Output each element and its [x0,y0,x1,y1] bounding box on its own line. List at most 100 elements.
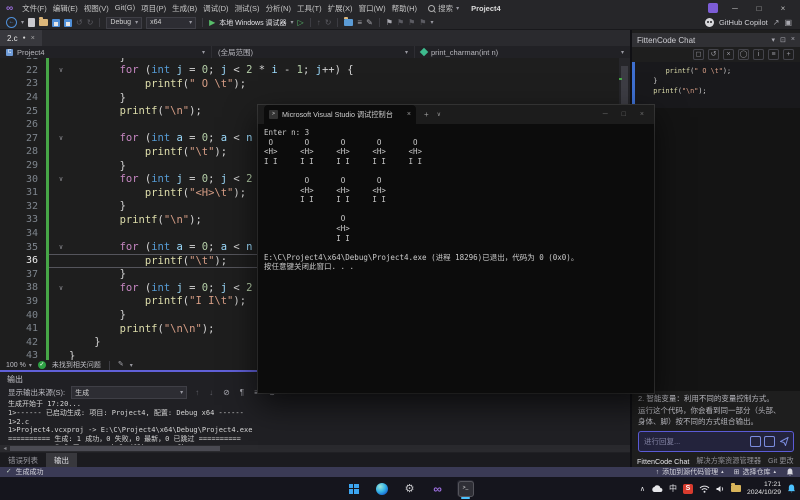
fold-chevron-icon[interactable]: ∨ [53,175,69,183]
share-icon[interactable]: ↗ [773,18,780,28]
menu-item[interactable]: 视图(V) [81,3,112,14]
pin-icon[interactable]: ⊡ [780,36,786,44]
fold-chevron-icon[interactable]: ∨ [53,134,69,142]
code-line[interactable]: 23 printf(" O \t"); [0,77,630,91]
tab-solution-explorer[interactable]: 解决方案资源管理器 [696,456,761,466]
panel-tab-error-list[interactable]: 错误列表 [0,453,46,468]
search-box[interactable]: 搜索 ▾ [428,3,459,14]
output-source-select[interactable]: 生成 ▾ [71,386,187,399]
show-all-files-icon[interactable] [344,19,353,26]
word-wrap-icon[interactable]: ¶ [240,388,244,397]
scroll-left-icon[interactable]: ◂ [0,445,10,452]
clear-output-icon[interactable]: ⊘ [223,388,230,397]
wifi-icon[interactable] [699,485,710,493]
info-icon[interactable]: i [753,49,764,60]
code-line[interactable]: 24 } [0,91,630,105]
tab-close-icon[interactable]: × [31,35,35,42]
new-chat-icon[interactable]: ◻ [693,49,704,60]
fold-chevron-icon[interactable]: ∨ [53,284,69,292]
minimize-button[interactable]: ─ [728,4,742,13]
bookmark-next-icon[interactable]: ⚑ [408,18,415,28]
github-copilot-label[interactable]: GitHub Copilot [719,18,768,27]
chevron-down-icon[interactable]: ▾ [291,19,294,26]
redo-icon[interactable]: ↻ [87,18,94,28]
history-icon[interactable]: ↺ [708,49,719,60]
save-icon[interactable] [52,19,60,27]
navigate-dropdown-icon[interactable]: ▾ [21,19,24,26]
step-into-icon[interactable]: ↑ [317,18,321,28]
menu-item[interactable]: 调试(D) [200,3,231,14]
power-icon[interactable]: ◯ [738,49,749,60]
cloud-icon[interactable] [651,485,663,493]
folder-tray-icon[interactable] [731,485,741,492]
volume-icon[interactable] [716,485,725,493]
tab-dropdown-icon[interactable]: ∨ [437,111,441,118]
fold-chevron-icon[interactable]: ∨ [53,66,69,74]
layout-icon[interactable]: ≡ [768,49,779,60]
new-tab-button[interactable]: + [424,110,429,119]
edge-icon[interactable] [373,480,390,497]
file-tab[interactable]: 2.c ● × [0,30,42,46]
next-message-icon[interactable]: ↓ [209,388,213,397]
notification-bell-icon[interactable] [787,484,796,494]
visual-studio-icon[interactable]: ∞ [429,480,446,497]
tab-fittencode-chat[interactable]: FittenCode Chat [637,457,689,466]
menu-item[interactable]: 测试(S) [232,3,263,14]
terminal-taskbar-icon[interactable]: >_ [457,480,474,497]
open-folder-icon[interactable] [39,19,48,26]
console-tab[interactable]: > Microsoft Visual Studio 调试控制台 × [264,105,416,124]
stop-icon[interactable]: × [723,49,734,60]
attach-file-icon[interactable] [764,436,775,447]
tab-git-changes[interactable]: Git 更改 [768,456,794,466]
undo-icon[interactable]: ↺ [76,18,83,28]
menu-item[interactable]: 生成(B) [169,3,200,14]
notifications-bell-icon[interactable] [786,468,794,477]
breadcrumb-member-select[interactable]: print_charman(int n) ▾ [415,46,630,58]
fittencode-panel-title[interactable]: FittenCode Chat ▾ ⊡ × [632,33,800,47]
user-avatar[interactable] [708,3,718,13]
navigate-back-icon[interactable]: ← [6,17,17,28]
step-over-icon[interactable]: ↻ [325,18,332,28]
reply-input[interactable] [639,436,736,447]
breadcrumb-project-select[interactable]: C Project4 ▾ [0,46,212,58]
pen-icon[interactable]: ✎ [118,360,124,370]
console-minimize-button[interactable]: ─ [603,111,608,118]
output-horizontal-scrollbar[interactable]: ◂ [0,445,630,452]
console-close-button[interactable]: × [640,111,644,118]
ime-indicator[interactable]: 中 [669,483,677,494]
panel-close-icon[interactable]: × [791,36,795,44]
console-title-bar[interactable]: > Microsoft Visual Studio 调试控制台 × + ∨ ─ … [258,105,654,124]
menu-item[interactable]: 分析(N) [263,3,294,14]
zoom-select[interactable]: 100 % ▾ [6,362,32,369]
menu-item[interactable]: 编辑(E) [50,3,81,14]
panel-tab-output[interactable]: 输出 [46,453,77,468]
menu-item[interactable]: 工具(T) [294,3,325,14]
menu-item[interactable]: Git(G) [112,3,138,14]
debug-console-window[interactable]: > Microsoft Visual Studio 调试控制台 × + ∨ ─ … [258,105,654,393]
feedback-icon[interactable]: ▣ [784,18,792,28]
prev-message-icon[interactable]: ↑ [195,388,199,397]
outline-icon[interactable]: ≡ [357,18,362,28]
platform-select[interactable]: x64 ▾ [146,17,196,29]
breadcrumb-scope-select[interactable]: (全局范围) ▾ [212,46,415,58]
run-without-debug-icon[interactable]: ▷ [298,18,304,27]
new-file-icon[interactable] [28,18,35,27]
send-icon[interactable] [780,437,789,446]
save-all-icon[interactable] [64,19,72,27]
console-tab-close-icon[interactable]: × [407,111,411,118]
menu-item[interactable]: 文件(F) [19,3,50,14]
close-button[interactable]: × [776,4,790,13]
menu-item[interactable]: 项目(P) [138,3,169,14]
bookmark-icon[interactable]: ⚑ [386,18,393,28]
menu-item[interactable]: 窗口(W) [356,3,389,14]
code-line[interactable]: 22∨ for (int j = 0; j < 2 * i - 1; j++) … [0,64,630,78]
settings-icon[interactable]: ⚙ [401,480,418,497]
start-button[interactable] [345,480,362,497]
health-check-icon[interactable]: ✓ [38,361,46,369]
maximize-button[interactable]: □ [752,4,766,13]
add-icon[interactable]: + [783,49,794,60]
scrollbar-thumb[interactable] [10,446,220,451]
pen-icon[interactable]: ✎ [366,18,373,28]
menu-item[interactable]: 扩展(X) [325,3,356,14]
menu-item[interactable]: 帮助(H) [389,3,420,14]
